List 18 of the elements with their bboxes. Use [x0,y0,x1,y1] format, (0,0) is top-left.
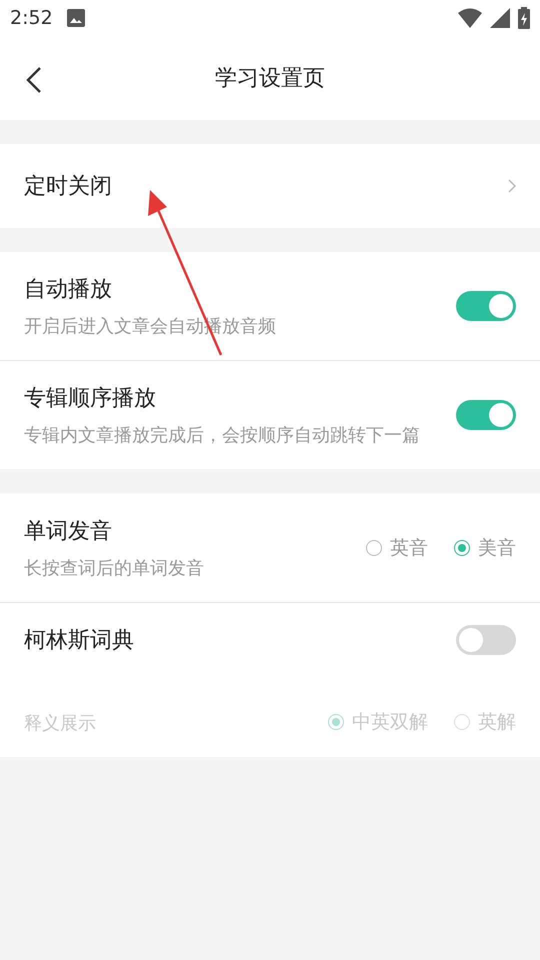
row-subtitle: 专辑内文章播放完成后，会按顺序自动跳转下一篇 [24,424,421,447]
row-title: 专辑顺序播放 [24,385,157,413]
radio-option[interactable]: 美音 [454,534,516,560]
row-title: 柯林斯词典 [24,627,135,655]
status-time: 2:52 [10,7,53,29]
signal-icon [490,8,510,28]
page-title: 学习设置页 [215,65,325,93]
radio-option[interactable]: 英音 [366,534,428,560]
row-title: 单词发音 [24,518,113,546]
battery-icon [518,7,530,29]
toggle-switch[interactable] [456,400,516,430]
wifi-icon [458,8,482,28]
toggle-switch[interactable] [456,291,516,321]
row-title: 定时关闭 [24,173,113,201]
chevron-right-icon [508,179,516,193]
row-subtitle: 长按查词后的单词发音 [24,556,205,580]
row-title: 自动播放 [24,276,113,304]
image-icon [66,9,85,27]
